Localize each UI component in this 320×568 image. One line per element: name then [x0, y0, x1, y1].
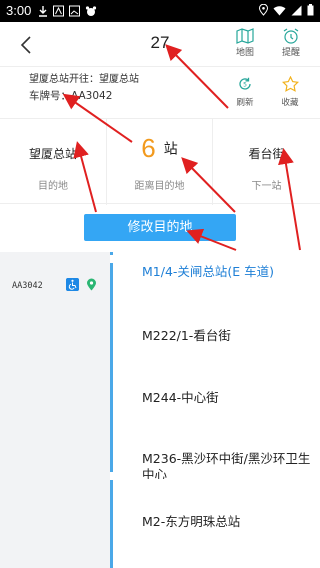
next-stop-cell: 看台街 下一站	[213, 119, 320, 205]
route-line	[110, 252, 113, 568]
destination-caption: 目的地	[38, 181, 68, 192]
favorite-button[interactable]: 收藏	[276, 75, 304, 108]
image-icon	[69, 5, 80, 17]
pet-icon	[85, 6, 97, 16]
plate-number-text: 车牌号：AA3042	[29, 90, 113, 102]
bus-id-label: AA3042	[12, 281, 43, 291]
stop-item[interactable]: M244-中心街	[142, 390, 314, 406]
map-label: 地图	[235, 48, 254, 58]
remind-button[interactable]: 提醒	[274, 28, 308, 58]
stops-count: 6	[141, 133, 156, 163]
change-destination-button[interactable]: 修改目的地	[84, 214, 236, 241]
star-icon	[281, 75, 299, 92]
destination-cell: 望厦总站 目的地	[0, 119, 106, 205]
status-bar: 3:00	[0, 0, 320, 22]
stops-remaining: 6站	[107, 133, 212, 164]
trip-summary: 望厦总站 目的地 6站 距离目的地 看台街 下一站	[0, 118, 320, 205]
destination-name: 望厦总站	[28, 147, 77, 161]
download-icon	[39, 6, 47, 17]
wheelchair-icon	[66, 278, 79, 291]
favorite-label: 收藏	[281, 98, 299, 108]
alarm-clock-icon	[283, 28, 299, 44]
next-stop-name: 看台街	[248, 147, 285, 161]
status-notification-icons	[38, 5, 97, 17]
signal-icon	[291, 5, 302, 15]
route-tick	[110, 472, 113, 480]
next-stop-caption: 下一站	[251, 181, 282, 192]
route-info: 望厦总站开往：望厦总站 车牌号：AA3042 5 刷新 收藏	[0, 68, 320, 114]
stop-item[interactable]: M222/1-看台街	[142, 328, 314, 344]
direction-text: 望厦总站开往：望厦总站	[29, 74, 139, 85]
app-header: 27 地图 提醒	[0, 22, 320, 67]
app-a-icon	[53, 5, 64, 17]
location-icon	[259, 4, 268, 16]
map-button[interactable]: 地图	[228, 28, 262, 58]
bus-position-panel: AA3042	[0, 252, 111, 568]
remind-label: 提醒	[281, 48, 300, 58]
stop-item[interactable]: M2-东方明珠总站	[142, 514, 314, 530]
status-system-icons	[259, 4, 314, 16]
stop-item[interactable]: M236-黑沙环中街/黑沙环卫生中心	[142, 451, 314, 479]
page-title: 27	[150, 33, 170, 52]
refresh-icon: 5	[239, 77, 251, 90]
battery-icon	[307, 4, 314, 16]
route-tick	[110, 255, 113, 263]
screen: 3:00 27 地图 提醒 望厦总站开往：望厦总站 车牌号：AA3042 5 刷…	[0, 0, 320, 568]
refresh-button[interactable]: 5 刷新	[231, 76, 259, 108]
stops-unit: 站	[163, 141, 178, 158]
distance-cell: 6站 距离目的地	[106, 119, 213, 205]
distance-caption: 距离目的地	[134, 181, 185, 192]
wifi-icon	[273, 5, 286, 15]
location-pin-icon	[87, 278, 96, 291]
status-time: 3:00	[6, 3, 32, 18]
svg-text:5: 5	[243, 82, 247, 89]
refresh-label: 刷新	[236, 98, 254, 108]
map-icon	[236, 28, 254, 44]
stop-item-current[interactable]: M1/4-关闸总站(E 车道)	[142, 264, 314, 280]
